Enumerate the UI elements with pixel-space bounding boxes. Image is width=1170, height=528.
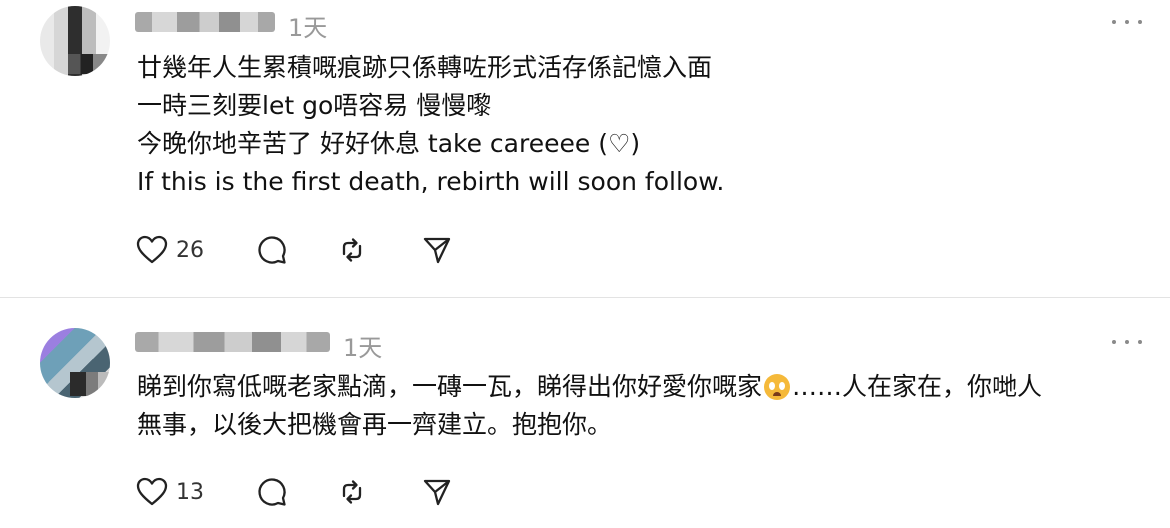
like-count: 13	[176, 479, 204, 505]
username-blurred[interactable]	[135, 12, 275, 32]
like-button[interactable]: 26	[136, 235, 256, 265]
avatar[interactable]	[40, 328, 110, 398]
post-body: 廿幾年人生累積嘅痕跡只係轉咗形式活存係記憶入面 一時三刻要let go唔容易 慢…	[137, 49, 724, 201]
heart-icon	[136, 477, 168, 506]
more-options-button[interactable]	[1112, 12, 1142, 32]
send-icon	[423, 479, 451, 506]
post-body: 睇到你寫低嘅老家點滴，一磚一瓦，睇得出你好愛你嘅家 ……人在家在，你哋人 無事，以…	[137, 368, 1042, 444]
repost-arrows-icon	[342, 480, 362, 504]
repost-arrows-icon	[342, 238, 362, 262]
more-options-button[interactable]	[1112, 332, 1142, 352]
comment-bubble-icon	[258, 478, 286, 506]
avatar[interactable]	[40, 6, 110, 76]
post-text-line: 今晚你地辛苦了 好好休息 take careeee (♡)	[137, 129, 641, 158]
send-icon	[423, 237, 451, 264]
comment-bubble-icon	[258, 236, 286, 264]
post-timestamp[interactable]: 1天	[343, 328, 382, 363]
like-button[interactable]: 13	[136, 477, 256, 507]
repost-button[interactable]	[336, 234, 421, 266]
reply-button[interactable]	[256, 234, 336, 266]
more-dots-icon	[1112, 20, 1116, 24]
post-actions: 26	[136, 232, 453, 268]
post-text-line: 一時三刻要let go唔容易 慢慢嚟	[137, 91, 492, 120]
post-timestamp[interactable]: 1天	[288, 8, 327, 43]
post-text-line: 睇到你寫低嘅老家點滴，一磚一瓦，睇得出你好愛你嘅家 ……人在家在，你哋人	[137, 368, 1042, 406]
share-button[interactable]	[421, 234, 453, 266]
like-count: 26	[176, 237, 204, 263]
thread-post: 1天 廿幾年人生累積嘅痕跡只係轉咗形式活存係記憶入面 一時三刻要let go唔容…	[0, 0, 1170, 297]
share-button[interactable]	[421, 476, 453, 508]
pleading-face-emoji	[764, 374, 791, 400]
post-text-line: If this is the first death, rebirth will…	[137, 167, 725, 196]
more-dots-icon	[1112, 340, 1116, 344]
post-text-line: 廿幾年人生累積嘅痕跡只係轉咗形式活存係記憶入面	[137, 53, 713, 82]
post-text-segment: 睇到你寫低嘅老家點滴，一磚一瓦，睇得出你好愛你嘅家	[137, 372, 763, 401]
heart-icon	[136, 235, 168, 264]
thread-post: 1天 睇到你寫低嘅老家點滴，一磚一瓦，睇得出你好愛你嘅家 ……人在家在，你哋人 無…	[0, 298, 1170, 528]
post-text-line: 無事，以後大把機會再一齊建立。抱抱你。	[137, 410, 613, 439]
post-actions: 13	[136, 474, 453, 510]
username-blurred[interactable]	[135, 332, 330, 352]
repost-button[interactable]	[336, 476, 421, 508]
reply-button[interactable]	[256, 476, 336, 508]
post-text-segment: ……人在家在，你哋人	[792, 372, 1043, 401]
